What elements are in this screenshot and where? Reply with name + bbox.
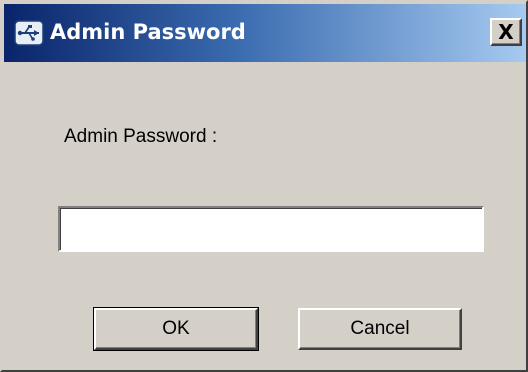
cancel-button[interactable]: Cancel [298,308,462,350]
ok-button[interactable]: OK [93,307,259,351]
close-button[interactable]: X [490,18,522,46]
title-bar[interactable]: Admin Password X [4,4,526,62]
password-input[interactable] [58,206,484,252]
password-label: Admin Password : [64,126,218,147]
admin-password-dialog: Admin Password X Admin Password : OK Can… [0,0,528,372]
close-icon: X [498,20,514,44]
dialog-title: Admin Password [50,20,246,44]
usb-device-icon [14,20,44,46]
